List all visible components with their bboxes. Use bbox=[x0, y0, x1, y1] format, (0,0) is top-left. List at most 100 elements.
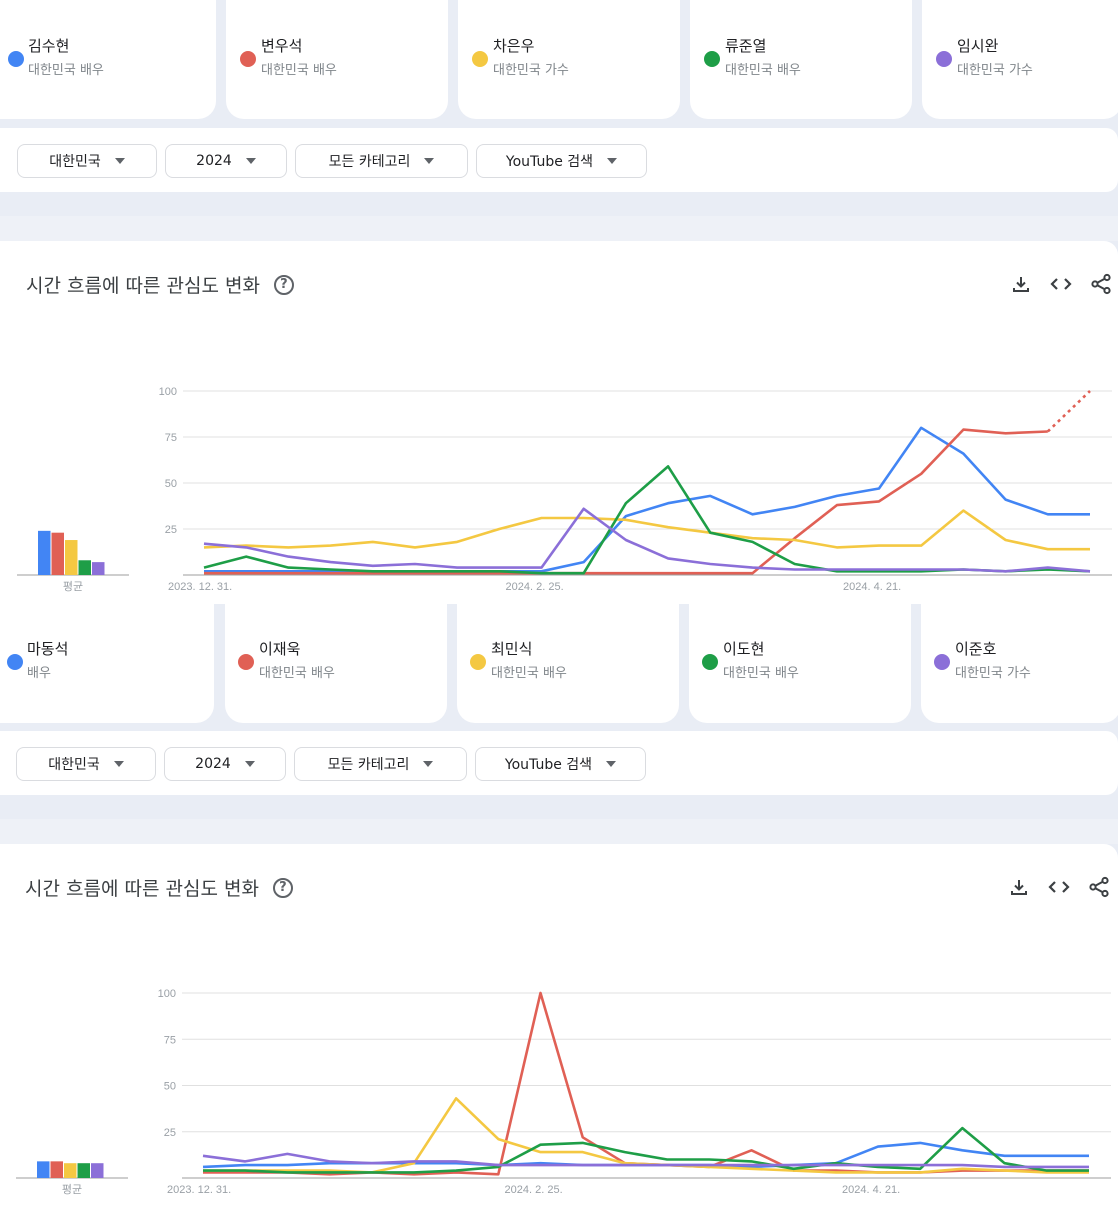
series-color-dot bbox=[238, 654, 254, 670]
term-name: 이도현 bbox=[723, 640, 765, 658]
caret-down-icon bbox=[245, 158, 256, 164]
x-tick-label: 2024. 4. 21. bbox=[843, 581, 901, 593]
x-tick-label: 2024. 2. 25. bbox=[505, 1184, 563, 1196]
term-name: 차은우 bbox=[493, 37, 535, 55]
y-tick-label: 100 bbox=[158, 988, 176, 1000]
term-subtitle: 대한민국 배우 bbox=[725, 63, 801, 78]
series-color-dot bbox=[702, 654, 718, 670]
term-card[interactable]: 류준열 대한민국 배우 bbox=[690, 0, 912, 119]
y-tick-label: 50 bbox=[165, 478, 177, 490]
term-card[interactable]: 이준호 대한민국 가수 bbox=[921, 604, 1118, 723]
average-bar bbox=[38, 530, 51, 575]
term-card[interactable]: 마동석 배우 bbox=[0, 604, 214, 723]
term-name: 변우석 bbox=[261, 37, 303, 55]
term-cards-row-2: 마동석 배우 이재욱 대한민국 배우 최민식 대한민국 배우 이도현 대한민국 … bbox=[0, 604, 1118, 724]
year-dropdown[interactable]: 2024 bbox=[165, 144, 287, 178]
caret-down-icon bbox=[606, 761, 617, 767]
term-card[interactable]: 차은우 대한민국 가수 bbox=[458, 0, 680, 119]
term-subtitle: 대한민국 배우 bbox=[28, 63, 104, 78]
y-tick-label: 75 bbox=[165, 432, 177, 444]
category-dropdown[interactable]: 모든 카테고리 bbox=[295, 144, 468, 178]
region-dropdown[interactable]: 대한민국 bbox=[17, 144, 157, 178]
region-dropdown[interactable]: 대한민국 bbox=[16, 747, 156, 781]
search-source-dropdown[interactable]: YouTube 검색 bbox=[476, 144, 647, 178]
term-name: 최민식 bbox=[491, 640, 533, 658]
term-subtitle: 대한민국 배우 bbox=[259, 666, 335, 681]
term-card[interactable]: 임시완 대한민국 가수 bbox=[922, 0, 1118, 119]
series-color-dot bbox=[240, 51, 256, 67]
divider-strip bbox=[0, 819, 1118, 844]
term-subtitle: 대한민국 배우 bbox=[723, 666, 799, 681]
filter-bar-1: 대한민국 2024 모든 카테고리 YouTube 검색 bbox=[0, 128, 1118, 192]
term-subtitle: 대한민국 가수 bbox=[493, 63, 569, 78]
caret-down-icon bbox=[423, 761, 434, 767]
interest-over-time-panel-1: 시간 흐름에 따른 관심도 변화 ? 25 50 75 100 2023. 12. 31… bbox=[0, 241, 1118, 604]
filter-bar-2: 대한민국 2024 모든 카테고리 YouTube 검색 bbox=[0, 731, 1118, 795]
term-card[interactable]: 이재욱 대한민국 배우 bbox=[225, 604, 447, 723]
caret-down-icon bbox=[244, 761, 255, 767]
category-dropdown[interactable]: 모든 카테고리 bbox=[294, 747, 467, 781]
term-name: 임시완 bbox=[957, 37, 999, 55]
year-dropdown[interactable]: 2024 bbox=[164, 747, 286, 781]
term-name: 이재욱 bbox=[259, 640, 301, 658]
term-subtitle: 대한민국 배우 bbox=[491, 666, 567, 681]
y-tick-label: 100 bbox=[159, 386, 177, 398]
search-source-dropdown[interactable]: YouTube 검색 bbox=[475, 747, 646, 781]
term-subtitle: 배우 bbox=[27, 666, 51, 681]
interest-line-chart-2: 25 50 75 100 2023. 12. 31. 2024. 2. 25. 2024. … bbox=[16, 988, 1111, 1196]
region-value: 대한민국 bbox=[48, 757, 100, 773]
search-source-value: YouTube 검색 bbox=[504, 757, 593, 773]
average-bar bbox=[78, 560, 91, 575]
year-value: 2024 bbox=[196, 153, 232, 169]
search-source-value: YouTube 검색 bbox=[505, 154, 594, 170]
average-bar bbox=[50, 1161, 63, 1178]
year-value: 2024 bbox=[195, 756, 231, 772]
average-bar bbox=[51, 532, 64, 575]
average-label: 평균 bbox=[62, 1183, 82, 1196]
series-line bbox=[203, 509, 1090, 551]
y-tick-label: 75 bbox=[164, 1034, 176, 1046]
average-bar bbox=[92, 562, 105, 575]
caret-down-icon bbox=[607, 158, 618, 164]
average-bar bbox=[65, 540, 78, 575]
term-subtitle: 대한민국 배우 bbox=[261, 63, 337, 78]
series-line bbox=[204, 428, 1048, 575]
term-subtitle: 대한민국 가수 bbox=[955, 666, 1031, 681]
average-bar bbox=[91, 1163, 104, 1178]
x-tick-label: 2023. 12. 31. bbox=[168, 581, 232, 593]
term-card[interactable]: 변우석 대한민국 배우 bbox=[226, 0, 448, 119]
category-value: 모든 카테고리 bbox=[328, 154, 411, 170]
term-card[interactable]: 최민식 대한민국 배우 bbox=[457, 604, 679, 723]
term-name: 마동석 bbox=[27, 640, 69, 658]
series-line bbox=[203, 465, 1091, 575]
x-tick-label: 2024. 2. 25. bbox=[506, 581, 564, 593]
divider-strip bbox=[0, 216, 1118, 241]
y-tick-label: 25 bbox=[164, 1127, 176, 1139]
y-tick-label: 50 bbox=[164, 1081, 176, 1093]
term-name: 류준열 bbox=[725, 37, 767, 55]
term-name: 김수현 bbox=[28, 37, 70, 55]
x-tick-label: 2023. 12. 31. bbox=[167, 1184, 231, 1196]
average-bar bbox=[77, 1163, 90, 1178]
interest-line-chart-1: 25 50 75 100 2023. 12. 31. 2024. 2. 25. 2024. … bbox=[17, 386, 1112, 593]
series-color-dot bbox=[8, 51, 24, 67]
interest-over-time-panel-2: 시간 흐름에 따른 관심도 변화 ? 25 50 75 100 2023. 12. 31… bbox=[0, 844, 1118, 1210]
y-tick-label: 25 bbox=[165, 524, 177, 536]
term-cards-row-1: 김수현 대한민국 배우 변우석 대한민국 배우 차은우 대한민국 가수 류준열 … bbox=[0, 0, 1118, 120]
term-card[interactable]: 이도현 대한민국 배우 bbox=[689, 604, 911, 723]
series-color-dot bbox=[472, 51, 488, 67]
series-partial-segment bbox=[1046, 390, 1091, 433]
term-subtitle: 대한민국 가수 bbox=[957, 63, 1033, 78]
caret-down-icon bbox=[114, 158, 125, 164]
series-line bbox=[203, 991, 1089, 1176]
term-card[interactable]: 김수현 대한민국 배우 bbox=[0, 0, 216, 119]
series-color-dot bbox=[7, 654, 23, 670]
series-color-dot bbox=[936, 51, 952, 67]
average-bar bbox=[64, 1163, 77, 1178]
category-value: 모든 카테고리 bbox=[327, 757, 410, 773]
term-name: 이준호 bbox=[955, 640, 997, 658]
series-color-dot bbox=[470, 654, 486, 670]
x-tick-label: 2024. 4. 21. bbox=[842, 1184, 900, 1196]
average-bar bbox=[37, 1161, 50, 1178]
caret-down-icon bbox=[424, 158, 435, 164]
